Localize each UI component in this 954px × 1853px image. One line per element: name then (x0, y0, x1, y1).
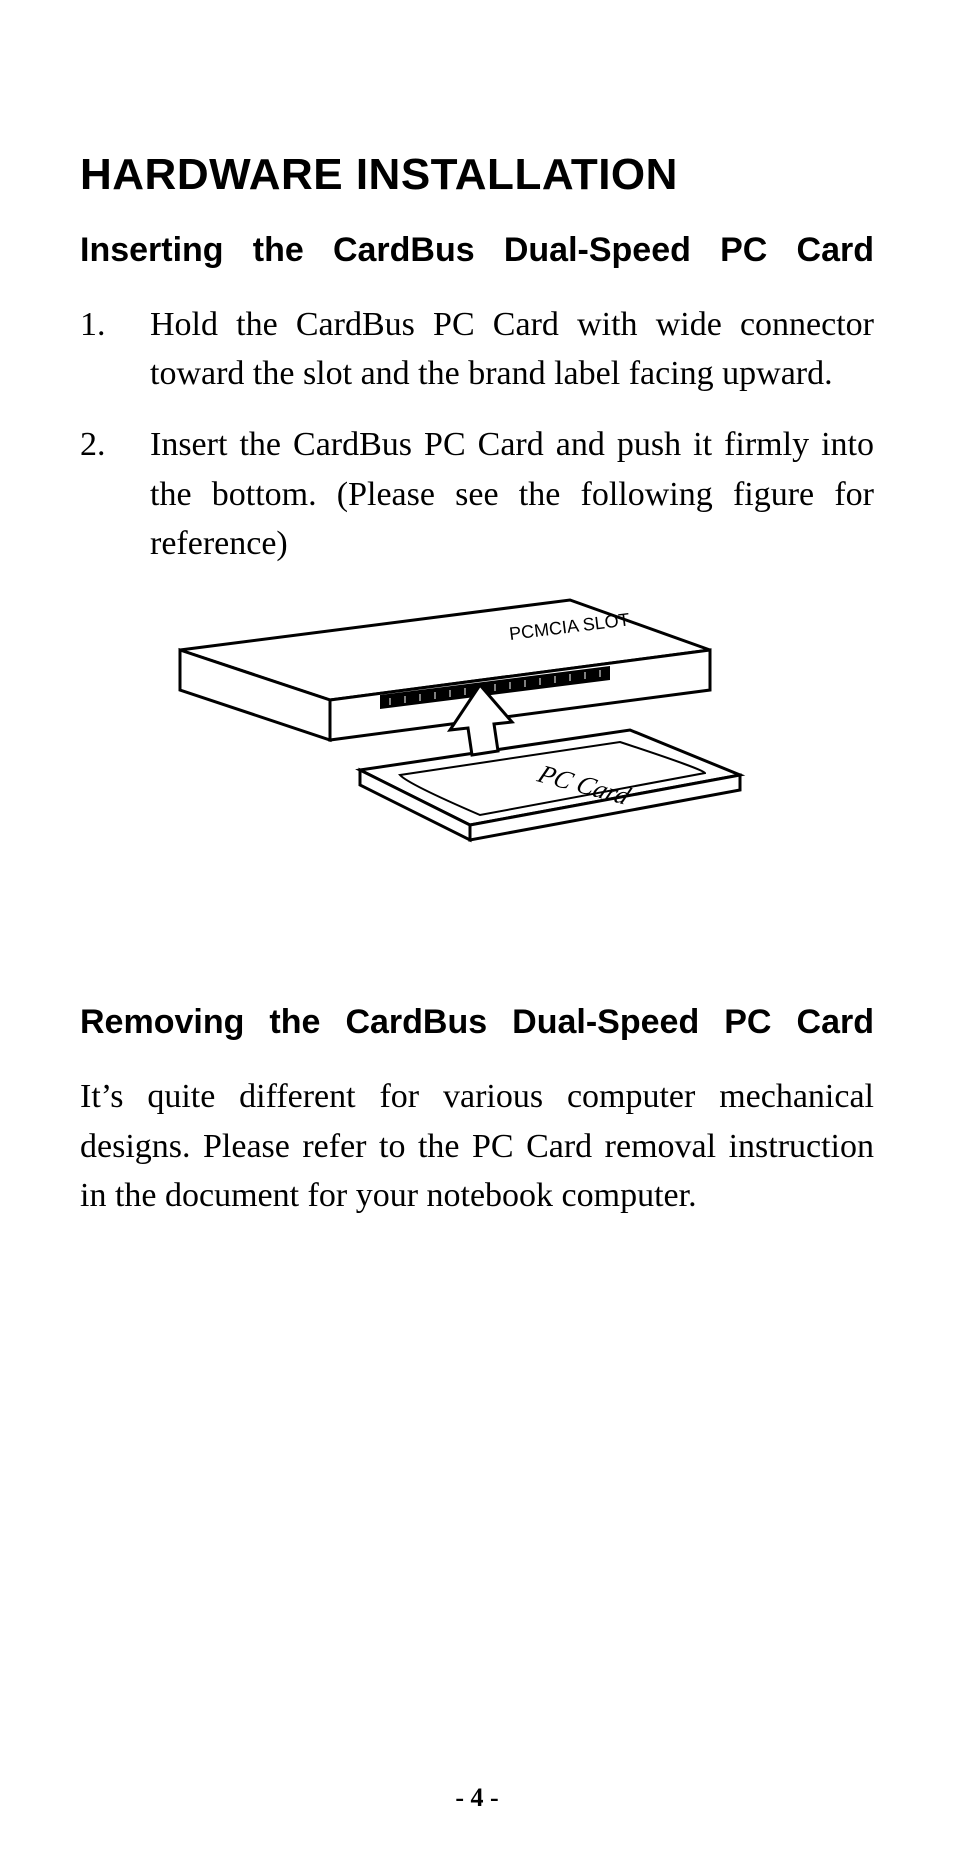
step-number: 1. (80, 300, 150, 349)
step-text: Hold the CardBus PC Card with wide conne… (150, 300, 874, 399)
pcmcia-figure: PCMCIA SLOT PC Card (150, 590, 750, 890)
page-number: - 4 - (0, 1783, 954, 1813)
section-inserting-title: Inserting the CardBus Dual-Speed PC Card (80, 228, 874, 274)
step-number: 2. (80, 420, 150, 469)
steps-list: 1. Hold the CardBus PC Card with wide co… (80, 300, 874, 568)
section-removing-body: It’s quite different for various compute… (80, 1072, 874, 1220)
list-item: 2. Insert the CardBus PC Card and push i… (80, 420, 874, 568)
pcmcia-diagram-icon: PCMCIA SLOT PC Card (150, 590, 750, 890)
section-removing-title: Removing the CardBus Dual-Speed PC Card (80, 1000, 874, 1046)
step-text: Insert the CardBus PC Card and push it f… (150, 420, 874, 568)
page-title: HARDWARE INSTALLATION (80, 150, 874, 200)
list-item: 1. Hold the CardBus PC Card with wide co… (80, 300, 874, 399)
document-page: HARDWARE INSTALLATION Inserting the Card… (0, 0, 954, 1853)
